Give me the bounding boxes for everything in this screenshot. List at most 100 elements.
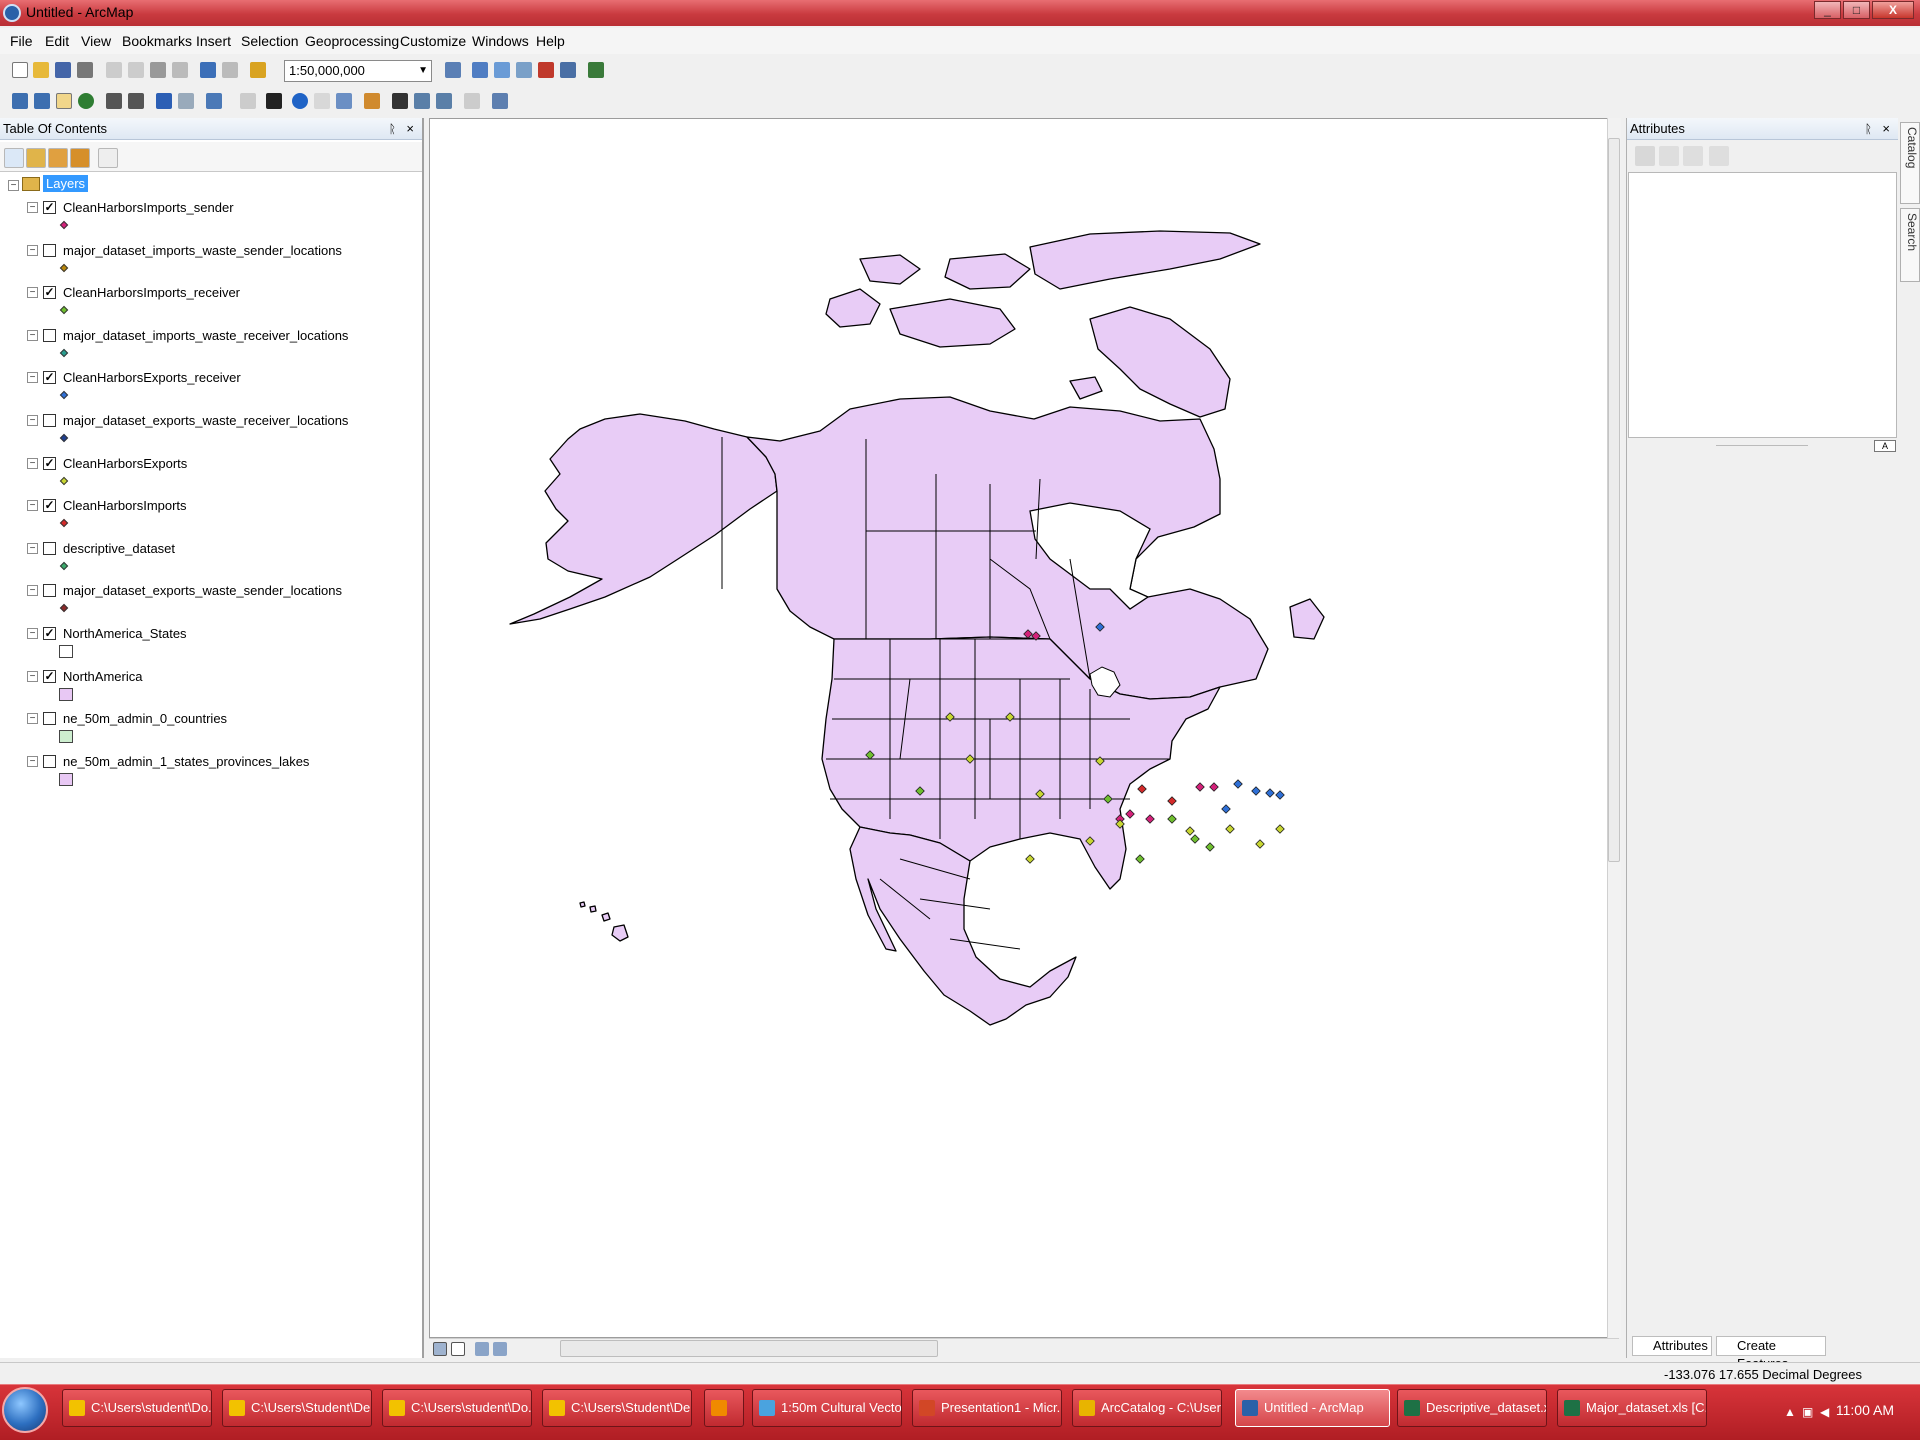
- paste-icon[interactable]: [150, 62, 166, 78]
- map-point-marker[interactable]: [1255, 839, 1265, 849]
- layer-name[interactable]: NorthAmerica_States: [63, 626, 187, 641]
- toc-window-icon[interactable]: [472, 62, 488, 78]
- menu-edit[interactable]: Edit: [45, 33, 69, 49]
- find-route-icon[interactable]: [414, 93, 430, 109]
- map-point-marker[interactable]: [1167, 796, 1177, 806]
- north-america-map[interactable]: [430, 119, 1619, 1338]
- taskbar-item[interactable]: 1:50m Cultural Vecto...: [752, 1389, 902, 1427]
- taskbar-item[interactable]: Major_dataset.xls [C...: [1557, 1389, 1707, 1427]
- layer-visibility-checkbox[interactable]: ✓: [43, 627, 56, 640]
- map-point-marker[interactable]: [1205, 842, 1215, 852]
- map-scale-combobox[interactable]: 1:50,000,000 ▼: [284, 60, 432, 82]
- pin-icon[interactable]: ᚱ: [389, 118, 396, 140]
- polygon-symbol-icon[interactable]: [59, 730, 73, 743]
- identify-icon[interactable]: [292, 93, 308, 109]
- layer-name[interactable]: CleanHarborsImports: [63, 498, 187, 513]
- layer-visibility-checkbox[interactable]: [43, 244, 56, 257]
- maximize-button[interactable]: □: [1843, 1, 1870, 19]
- cut-icon[interactable]: [106, 62, 122, 78]
- map-point-marker[interactable]: [1275, 824, 1285, 834]
- copy-icon[interactable]: [128, 62, 144, 78]
- layer-expander[interactable]: −: [27, 713, 38, 724]
- layer-visibility-checkbox[interactable]: ✓: [43, 670, 56, 683]
- polygon-symbol-icon[interactable]: [59, 645, 73, 658]
- layer-visibility-checkbox[interactable]: ✓: [43, 457, 56, 470]
- fixed-zoom-out-icon[interactable]: [128, 93, 144, 109]
- delete-icon[interactable]: [172, 62, 188, 78]
- layer-visibility-checkbox[interactable]: [43, 542, 56, 555]
- layer-expander[interactable]: −: [27, 628, 38, 639]
- network-icon[interactable]: ▣: [1802, 1405, 1816, 1419]
- sort-icon[interactable]: [1659, 146, 1679, 166]
- map-view[interactable]: [429, 118, 1619, 1338]
- taskbar-item[interactable]: ArcCatalog - C:\User...: [1072, 1389, 1222, 1427]
- refresh-icon[interactable]: [475, 1342, 489, 1356]
- pause-drawing-icon[interactable]: [493, 1342, 507, 1356]
- catalog-window-icon[interactable]: [494, 62, 510, 78]
- view-options-icon[interactable]: [1709, 146, 1729, 166]
- layer-expander[interactable]: −: [27, 330, 38, 341]
- undo-icon[interactable]: [200, 62, 216, 78]
- map-point-marker[interactable]: [1275, 790, 1285, 800]
- layer-expander[interactable]: −: [27, 415, 38, 426]
- print-icon[interactable]: [77, 62, 93, 78]
- close-icon[interactable]: ×: [406, 118, 414, 140]
- menu-windows[interactable]: Windows: [472, 33, 529, 49]
- layer-name[interactable]: CleanHarborsImports_sender: [63, 200, 234, 215]
- layer-visibility-checkbox[interactable]: ✓: [43, 201, 56, 214]
- layer-expander[interactable]: −: [27, 287, 38, 298]
- minimize-button[interactable]: _: [1814, 1, 1841, 19]
- map-point-marker[interactable]: [1145, 814, 1155, 824]
- taskbar-item[interactable]: Untitled - ArcMap: [1235, 1389, 1390, 1427]
- show-hidden-icons-icon[interactable]: ▲: [1784, 1405, 1798, 1419]
- pin-icon[interactable]: ᚱ: [1865, 118, 1872, 140]
- layer-name[interactable]: major_dataset_exports_waste_sender_locat…: [63, 583, 342, 598]
- create-features-tab[interactable]: Create Features: [1716, 1336, 1826, 1371]
- goto-xy-icon[interactable]: [436, 93, 452, 109]
- back-icon[interactable]: [156, 93, 172, 109]
- filter-icon[interactable]: [1683, 146, 1703, 166]
- find-icon[interactable]: [392, 93, 408, 109]
- layers-expander[interactable]: −: [8, 180, 19, 191]
- attributes-tab[interactable]: Attributes: [1632, 1336, 1712, 1356]
- save-icon[interactable]: [55, 62, 71, 78]
- map-point-marker[interactable]: [1185, 826, 1195, 836]
- layout-view-icon[interactable]: [433, 1342, 447, 1356]
- menu-customize[interactable]: Customize: [400, 33, 466, 49]
- menu-help[interactable]: Help: [536, 33, 565, 49]
- layer-visibility-checkbox[interactable]: [43, 755, 56, 768]
- data-view-icon[interactable]: [451, 1342, 465, 1356]
- start-button[interactable]: [2, 1387, 48, 1433]
- layer-name[interactable]: CleanHarborsImports_receiver: [63, 285, 240, 300]
- layer-visibility-checkbox[interactable]: ✓: [43, 371, 56, 384]
- layer-visibility-checkbox[interactable]: ✓: [43, 499, 56, 512]
- layer-visibility-checkbox[interactable]: [43, 329, 56, 342]
- list-by-visibility-icon[interactable]: [48, 148, 68, 168]
- list-by-source-icon[interactable]: [26, 148, 46, 168]
- close-icon[interactable]: ×: [1882, 118, 1890, 140]
- layer-name[interactable]: CleanHarborsExports_receiver: [63, 370, 241, 385]
- options-icon[interactable]: [98, 148, 118, 168]
- map-point-marker[interactable]: [1251, 786, 1261, 796]
- model-builder-icon[interactable]: [588, 62, 604, 78]
- layer-expander[interactable]: −: [27, 372, 38, 383]
- layer-name[interactable]: major_dataset_imports_waste_receiver_loc…: [63, 328, 348, 343]
- map-point-marker[interactable]: [1195, 782, 1205, 792]
- taskbar-item[interactable]: Descriptive_dataset.x...: [1397, 1389, 1547, 1427]
- taskbar-item[interactable]: C:\Users\Student\De...: [542, 1389, 692, 1427]
- layer-expander[interactable]: −: [27, 671, 38, 682]
- taskbar-item[interactable]: Presentation1 - Micr...: [912, 1389, 1062, 1427]
- layer-expander[interactable]: −: [27, 458, 38, 469]
- attributes-tool-icon[interactable]: [1635, 146, 1655, 166]
- arctoolbox-icon[interactable]: [538, 62, 554, 78]
- layer-name[interactable]: ne_50m_admin_0_countries: [63, 711, 227, 726]
- zoom-in-icon[interactable]: [12, 93, 28, 109]
- taskbar-item[interactable]: C:\Users\student\Do...: [382, 1389, 532, 1427]
- close-button[interactable]: X: [1872, 1, 1914, 19]
- map-point-marker[interactable]: [1225, 824, 1235, 834]
- editor-icon[interactable]: [445, 62, 461, 78]
- menu-geoprocessing[interactable]: Geoprocessing: [305, 33, 399, 49]
- layer-visibility-checkbox[interactable]: ✓: [43, 286, 56, 299]
- layer-expander[interactable]: −: [27, 245, 38, 256]
- layer-name[interactable]: ne_50m_admin_1_states_provinces_lakes: [63, 754, 309, 769]
